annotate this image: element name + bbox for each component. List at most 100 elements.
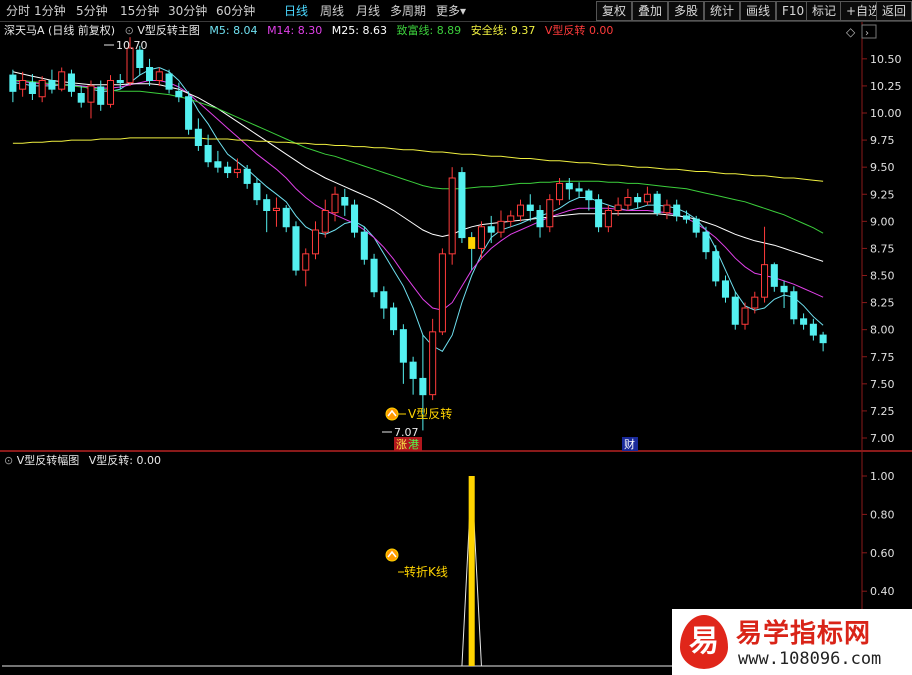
candle-body-up: [761, 264, 769, 298]
candle: [9, 69, 17, 103]
candle-body-down: [146, 67, 154, 81]
candle: [712, 245, 720, 287]
candle: [360, 226, 368, 265]
v-reversal-signal-label: V型反转: [408, 406, 452, 421]
candle: [556, 178, 564, 206]
candle: [477, 221, 485, 260]
candle-body-down: [136, 49, 144, 69]
candle: [194, 118, 202, 151]
candle-body-down: [585, 190, 593, 201]
candle-body-down: [819, 334, 827, 344]
candle: [585, 188, 593, 211]
candle-body-down: [809, 323, 817, 336]
price-tick-label: 10.25: [870, 80, 902, 93]
candle-body-up: [516, 204, 525, 217]
candle-body-down: [175, 90, 183, 98]
candle: [185, 91, 193, 135]
event-tag-cai: 财: [624, 437, 635, 451]
candle: [458, 167, 466, 243]
candle: [614, 197, 622, 216]
logo-url: www.108096.com: [738, 649, 882, 669]
candle: [28, 74, 36, 100]
candle: [721, 275, 730, 303]
candle: [468, 232, 476, 271]
candle-body-down: [565, 182, 573, 190]
candle-body-down: [224, 166, 232, 174]
candle: [682, 210, 690, 224]
price-tick-label: 10.50: [870, 53, 902, 66]
candle-body-down: [370, 258, 378, 293]
watermark-logo: 易 易学指标网 www.108096.com: [672, 609, 912, 675]
price-tick-label: 10.00: [870, 107, 902, 120]
candle-body-down: [380, 291, 388, 309]
candle-body-up: [448, 177, 456, 255]
candle: [146, 58, 154, 86]
kline-chart[interactable]: 10.50 10.25 10.00 9.75 9.50 9.25 9.00 8.75 8.50 8…: [0, 0, 912, 675]
candle-body-up: [477, 226, 485, 249]
candle: [370, 253, 378, 298]
candle-body-down: [595, 199, 603, 228]
candle-body-up: [311, 229, 320, 255]
candle-body-up: [106, 80, 115, 105]
candle: [155, 67, 163, 86]
candle-body-down: [116, 80, 124, 84]
candle-body-down: [399, 329, 407, 363]
candle-body-up: [663, 204, 671, 214]
candle: [429, 318, 437, 401]
price-tick-label: 8.00: [870, 324, 895, 337]
candle: [673, 199, 681, 222]
candle: [341, 188, 349, 216]
candle-body-down: [487, 226, 495, 233]
sub-tick-label: 0.40: [870, 585, 895, 598]
candle-body-down: [702, 231, 710, 253]
candle: [643, 186, 651, 206]
candle: [351, 199, 359, 238]
candle-body-down: [263, 199, 271, 212]
price-tick-label: 9.25: [870, 188, 895, 201]
candle: [399, 324, 407, 384]
candle-body-down: [194, 128, 202, 146]
candle: [516, 199, 525, 222]
candle-body-down: [282, 207, 290, 228]
candle: [780, 280, 788, 308]
candle: [292, 221, 300, 276]
candle-body-down: [458, 172, 466, 239]
logo-badge: 易: [680, 615, 728, 669]
candle-body-up: [546, 199, 554, 228]
candle: [380, 286, 388, 319]
price-tick-label: 7.50: [870, 378, 895, 391]
candle-body-down: [790, 291, 798, 320]
candle: [263, 194, 271, 233]
candle: [653, 191, 661, 216]
candle: [77, 85, 85, 108]
candle: [624, 188, 632, 211]
candle-body-down: [390, 307, 398, 331]
candle-body-up: [331, 193, 339, 214]
sub-signal-bar: [468, 476, 475, 666]
candle-body-down: [165, 73, 173, 90]
candle-body-down: [341, 197, 349, 206]
candle: [311, 221, 320, 260]
candle-body-down: [185, 96, 193, 130]
sub-tick-label: 0.60: [870, 547, 895, 560]
anquan-line: [12, 137, 824, 182]
candle-body-down: [721, 280, 730, 298]
candle: [67, 69, 75, 97]
candle-body-down: [770, 264, 778, 287]
diamond-icon[interactable]: ◇: [846, 25, 856, 39]
candle: [302, 248, 310, 287]
candle-body-down: [800, 318, 808, 325]
candle-body-up: [321, 210, 329, 233]
candle: [214, 150, 222, 173]
candle-body-up: [233, 168, 241, 174]
candle-body-up: [751, 296, 759, 309]
candle: [663, 199, 671, 220]
high-price-label: 10.70: [116, 39, 148, 52]
turning-kline-label: 转折K线: [404, 564, 448, 579]
candle: [224, 161, 232, 178]
candle-body-down: [409, 361, 417, 379]
price-tick-label: 7.75: [870, 351, 895, 364]
candle: [761, 226, 769, 303]
candle: [87, 80, 95, 119]
candle: [507, 210, 515, 227]
